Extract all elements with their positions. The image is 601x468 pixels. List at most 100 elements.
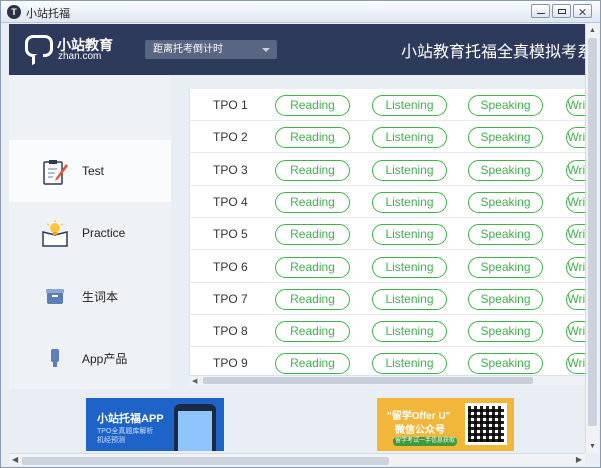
countdown-dropdown-label: 距离托考倒计时 (153, 44, 223, 55)
sidebar-item-practice[interactable]: Practice (9, 202, 171, 264)
listening-button[interactable]: Listening (372, 191, 447, 213)
countdown-dropdown[interactable]: 距离托考倒计时 (145, 40, 277, 59)
table-row: TPO 8 Reading Listening Speaking Writing (190, 315, 585, 348)
speaking-button[interactable]: Speaking (468, 95, 543, 116)
listening-button[interactable]: Listening (372, 256, 447, 278)
app-banner-line2: 机经预测 (97, 437, 125, 444)
tpo-label: TPO 9 (213, 356, 248, 371)
speaking-button[interactable]: Speaking (468, 288, 543, 310)
window-horizontal-scrollbar[interactable]: ◀ ▶ (9, 453, 585, 466)
qr-code-icon (465, 403, 507, 445)
speaking-button[interactable]: Speaking (468, 321, 543, 343)
chevron-down-icon (262, 48, 270, 52)
tpo-label: TPO 1 (213, 98, 248, 112)
scrollbar-thumb[interactable] (203, 377, 533, 384)
maximize-icon (558, 9, 566, 14)
tpo-label: TPO 5 (213, 227, 248, 242)
minimize-icon (537, 13, 545, 14)
app-banner-title: 小站托福APP (97, 413, 164, 425)
writing-button[interactable]: Writing (566, 224, 585, 246)
writing-button[interactable]: Writing (566, 127, 585, 149)
reading-button[interactable]: Reading (275, 353, 350, 375)
wechat-banner-subtitle: 微信公众号 (395, 425, 445, 436)
speaking-button[interactable]: Speaking (468, 127, 543, 149)
vocabulary-box-icon (46, 289, 64, 304)
writing-button[interactable]: Writing (566, 353, 585, 375)
table-row: TPO 4 Reading Listening Speaking Writing (190, 186, 585, 218)
header-bar: 小站教育 zhan.com 距离托考倒计时 小站教育托福全真模拟考系统 (9, 24, 585, 75)
page-title: 小站教育托福全真模拟考系统 (401, 44, 585, 61)
title-bar[interactable]: T 小站托福 (1, 1, 600, 23)
speaking-button[interactable]: Speaking (468, 224, 543, 246)
reading-button[interactable]: Reading (275, 321, 350, 343)
writing-button[interactable]: Writing (566, 321, 585, 343)
writing-button[interactable]: Writing (566, 159, 585, 181)
tpo-label: TPO 6 (213, 259, 248, 274)
tpo-label: TPO 4 (213, 194, 248, 209)
listening-button[interactable]: Listening (372, 321, 447, 343)
tpo-list: TPO 1ReadingListeningSpeakingWritingTPO … (189, 89, 585, 385)
writing-button[interactable]: Writing (566, 256, 585, 278)
tpo-label: TPO 8 (213, 324, 248, 339)
reading-button[interactable]: Reading (275, 256, 350, 278)
listening-button[interactable]: Listening (372, 288, 447, 310)
reading-button[interactable]: Reading (275, 224, 350, 246)
scroll-left-icon[interactable]: ◀ (192, 377, 197, 385)
listening-button[interactable]: Listening (372, 127, 447, 149)
wechat-promo-banner[interactable]: "留学Offer U" 微信公众号 留学考试一手信息获取 (377, 398, 514, 451)
scroll-left-icon[interactable]: ◀ (12, 455, 18, 464)
close-icon (579, 9, 587, 14)
listening-button[interactable]: Listening (372, 159, 447, 181)
reading-button[interactable]: Reading (275, 159, 350, 181)
sidebar: Test Practice 生词本 App产品 (9, 75, 171, 389)
listening-button[interactable]: Listening (372, 224, 447, 246)
writing-button[interactable]: Writing (566, 95, 585, 116)
app-promo-banner[interactable]: 小站托福APP TPO全真题库解析 机经预测 (86, 398, 224, 451)
writing-button[interactable]: Writing (566, 191, 585, 213)
speaking-button[interactable]: Speaking (468, 256, 543, 278)
lightbulb-book-icon (42, 220, 68, 247)
listening-button[interactable]: Listening (372, 353, 447, 375)
writing-button[interactable]: Writing (566, 288, 585, 310)
sidebar-item-label: Test (82, 164, 105, 178)
wechat-banner-title: "留学Offer U" (387, 411, 451, 422)
table-row: TPO 7 Reading Listening Speaking Writing (190, 283, 585, 315)
tpo-label: TPO 2 (213, 130, 248, 145)
sidebar-item-label: 生词本 (82, 290, 119, 304)
sidebar-item-app[interactable]: App产品 (9, 326, 171, 388)
tpo-label: TPO 7 (213, 291, 248, 306)
maximize-button[interactable] (552, 4, 571, 18)
tpo-label: TPO 3 (213, 162, 248, 177)
listening-button[interactable]: Listening (372, 95, 447, 116)
reading-button[interactable]: Reading (275, 127, 350, 149)
phone-image (174, 404, 216, 451)
reading-button[interactable]: Reading (275, 288, 350, 310)
list-horizontal-scrollbar[interactable]: ◀ (189, 375, 585, 385)
wechat-banner-tag: 留学考试一手信息获取 (393, 437, 457, 446)
sidebar-item-vocabulary[interactable]: 生词本 (9, 264, 171, 326)
app-logo-icon: T (7, 5, 21, 19)
scroll-up-icon[interactable]: ▲ (589, 27, 596, 34)
close-button[interactable] (573, 4, 592, 18)
reading-button[interactable]: Reading (275, 95, 350, 116)
speaking-button[interactable]: Speaking (468, 159, 543, 181)
scrollbar-thumb[interactable] (588, 38, 597, 426)
table-row: TPO 1 Reading Listening Speaking Writing (190, 89, 585, 121)
scrollbar-thumb[interactable] (22, 457, 389, 465)
speaking-button[interactable]: Speaking (468, 353, 543, 375)
minimize-button[interactable] (531, 4, 550, 18)
scroll-right-icon[interactable]: ▶ (576, 455, 582, 464)
sidebar-item-label: App产品 (82, 352, 128, 366)
reading-button[interactable]: Reading (275, 191, 350, 213)
table-row: TPO 2 Reading Listening Speaking Writing (190, 121, 585, 154)
window-title: 小站托福 (26, 8, 70, 20)
clipboard-pencil-icon (43, 160, 68, 185)
table-row: TPO 6 Reading Listening Speaking Writing (190, 251, 585, 283)
scroll-down-icon[interactable]: ▼ (589, 443, 596, 450)
table-row: TPO 5 Reading Listening Speaking Writing (190, 218, 585, 251)
mobile-app-icon (51, 349, 59, 367)
sidebar-item-label: Practice (82, 226, 126, 240)
speaking-button[interactable]: Speaking (468, 191, 543, 213)
window-vertical-scrollbar[interactable]: ▲ ▼ (585, 24, 599, 453)
sidebar-item-test[interactable]: Test (9, 140, 171, 202)
